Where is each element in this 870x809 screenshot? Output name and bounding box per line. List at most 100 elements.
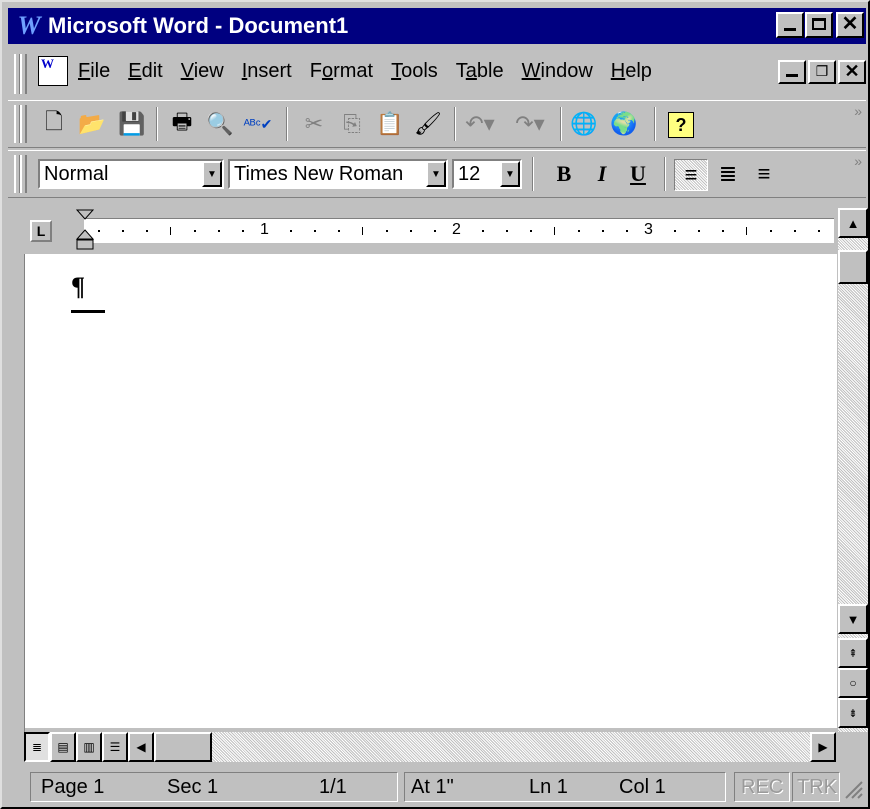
menu-edit[interactable]: Edit xyxy=(128,60,162,83)
horizontal-scroll-thumb[interactable] xyxy=(154,732,212,762)
document-icon[interactable]: W xyxy=(38,56,68,86)
undo-icon[interactable]: ↶▾ xyxy=(464,109,496,139)
scroll-down-button[interactable]: ▼ xyxy=(838,604,868,634)
normal-view-button[interactable]: ≣ xyxy=(24,732,50,762)
end-of-document-marker xyxy=(71,310,105,313)
horizontal-scrollbar[interactable]: ≣ ▤ ▥ ☰ ◀ ▶ xyxy=(24,732,836,762)
separator xyxy=(286,107,288,141)
status-panel-location: At 1" Ln 1 Col 1 xyxy=(404,772,726,802)
style-value: Normal xyxy=(44,162,109,185)
tab-selector[interactable]: L xyxy=(30,220,52,242)
document-area[interactable]: ¶ xyxy=(24,254,837,728)
open-icon[interactable]: 📂 xyxy=(76,109,108,139)
close-button[interactable]: ✕ xyxy=(836,12,864,38)
doc-close-button[interactable]: ✕ xyxy=(838,60,866,84)
doc-restore-button[interactable]: ❐ xyxy=(808,60,836,84)
print-preview-icon[interactable]: 🔍 xyxy=(204,109,236,139)
redo-icon[interactable]: ↷▾ xyxy=(514,109,546,139)
outline-view-button[interactable]: ☰ xyxy=(102,732,128,762)
new-icon[interactable]: 🗋 xyxy=(38,109,70,139)
spelling-icon[interactable]: ᴬᴮᶜ✔ xyxy=(242,109,274,139)
style-dropdown[interactable]: Normal ▼ xyxy=(38,159,224,189)
separator xyxy=(654,107,656,141)
align-center-button[interactable]: ≣ xyxy=(712,159,744,189)
window-title: Microsoft Word - Document1 xyxy=(48,13,349,38)
menu-format[interactable]: Format xyxy=(310,60,373,83)
menu-items: File Edit View Insert Format Tools Table… xyxy=(78,60,670,83)
paste-icon[interactable]: 📋 xyxy=(374,109,406,139)
formatting-toolbar: Normal ▼ Times New Roman ▼ 12 ▼ B I U ≡ … xyxy=(8,150,866,198)
size-dropdown[interactable]: 12 ▼ xyxy=(452,159,522,189)
italic-button[interactable]: I xyxy=(586,159,618,189)
status-rec[interactable]: REC xyxy=(734,772,790,802)
document-controls: ❐ ✕ xyxy=(776,60,866,84)
status-at: At 1" xyxy=(411,776,454,798)
doc-minimize-button[interactable] xyxy=(778,60,806,84)
toolbar-grip-2[interactable] xyxy=(20,105,27,143)
indent-markers-icon[interactable] xyxy=(76,208,94,252)
scroll-right-button[interactable]: ▶ xyxy=(810,732,836,762)
ruler-number: 3 xyxy=(644,221,653,238)
resize-grip-icon[interactable] xyxy=(842,778,864,800)
menu-file[interactable]: File xyxy=(78,60,110,83)
menu-tools[interactable]: Tools xyxy=(391,60,438,83)
format-painter-icon[interactable]: 🖌 xyxy=(412,109,444,139)
previous-page-button[interactable]: ⇞ xyxy=(838,638,868,668)
more-buttons-icon[interactable]: » xyxy=(854,153,862,169)
standard-toolbar: 🗋 📂 💾 🖶 🔍 ᴬᴮᶜ✔ ✂ ⎘ 📋 🖌 ↶▾ ↷▾ 🌐 🌍 ? » xyxy=(8,100,866,148)
vertical-scrollbar[interactable]: ▲ ▼ ⇞ ○ ⇟ xyxy=(838,208,868,732)
left-gutter xyxy=(8,208,25,732)
menu-window[interactable]: Window xyxy=(522,60,593,83)
more-buttons-icon[interactable]: » xyxy=(854,103,862,119)
web-toolbar-icon[interactable]: 🌍 xyxy=(608,109,640,139)
separator xyxy=(664,157,666,191)
underline-button[interactable]: U xyxy=(622,159,654,189)
align-left-button[interactable]: ≡ xyxy=(674,159,708,191)
font-value: Times New Roman xyxy=(234,162,404,185)
font-dropdown[interactable]: Times New Roman ▼ xyxy=(228,159,448,189)
align-right-button[interactable]: ≡ xyxy=(748,159,780,189)
next-page-button[interactable]: ⇟ xyxy=(838,698,868,728)
print-icon[interactable]: 🖶 xyxy=(166,109,198,139)
bold-button[interactable]: B xyxy=(548,159,580,189)
title-bar[interactable]: W Microsoft Word - Document1 ✕ xyxy=(8,8,866,44)
scroll-thumb[interactable] xyxy=(838,250,868,284)
status-section: Sec 1 xyxy=(167,776,219,798)
menu-table[interactable]: Table xyxy=(456,60,504,83)
separator xyxy=(560,107,562,141)
status-column: Col 1 xyxy=(619,776,666,798)
status-trk-label: TRK xyxy=(797,776,837,798)
help-icon[interactable]: ? xyxy=(668,112,694,138)
menubar-grip-2[interactable] xyxy=(20,54,27,94)
toolbar-grip-2[interactable] xyxy=(20,155,27,193)
scroll-left-button[interactable]: ◀ xyxy=(128,732,154,762)
print-layout-view-button[interactable]: ▥ xyxy=(76,732,102,762)
chevron-down-icon[interactable]: ▼ xyxy=(426,161,446,187)
menu-view[interactable]: View xyxy=(181,60,224,83)
minimize-button[interactable] xyxy=(776,12,804,38)
menu-help[interactable]: Help xyxy=(611,60,652,83)
scroll-up-button[interactable]: ▲ xyxy=(838,208,868,238)
horizontal-ruler[interactable]: L 1 2 3 xyxy=(24,208,836,254)
separator xyxy=(532,157,534,191)
size-value: 12 xyxy=(458,162,481,185)
web-icon[interactable]: 🌐 xyxy=(568,109,600,139)
status-line: Ln 1 xyxy=(529,776,568,798)
status-page: Page 1 xyxy=(41,776,105,798)
chevron-down-icon[interactable]: ▼ xyxy=(500,161,520,187)
status-pages: 1/1 xyxy=(319,776,347,798)
ruler-track[interactable]: 1 2 3 xyxy=(84,218,834,243)
status-rec-label: REC xyxy=(741,776,784,798)
chevron-down-icon[interactable]: ▼ xyxy=(202,161,222,187)
cut-icon[interactable]: ✂ xyxy=(298,109,330,139)
web-layout-view-button[interactable]: ▤ xyxy=(50,732,76,762)
save-icon[interactable]: 💾 xyxy=(116,109,148,139)
menu-insert[interactable]: Insert xyxy=(242,60,292,83)
copy-icon[interactable]: ⎘ xyxy=(336,109,368,139)
maximize-button[interactable] xyxy=(805,12,833,38)
status-trk[interactable]: TRK xyxy=(792,772,840,802)
word-window: W Microsoft Word - Document1 ✕ W File Ed… xyxy=(0,0,870,809)
ruler-number: 2 xyxy=(452,221,461,238)
menu-bar: W File Edit View Insert Format Tools Tab… xyxy=(8,50,866,98)
select-browse-object-button[interactable]: ○ xyxy=(838,668,868,698)
